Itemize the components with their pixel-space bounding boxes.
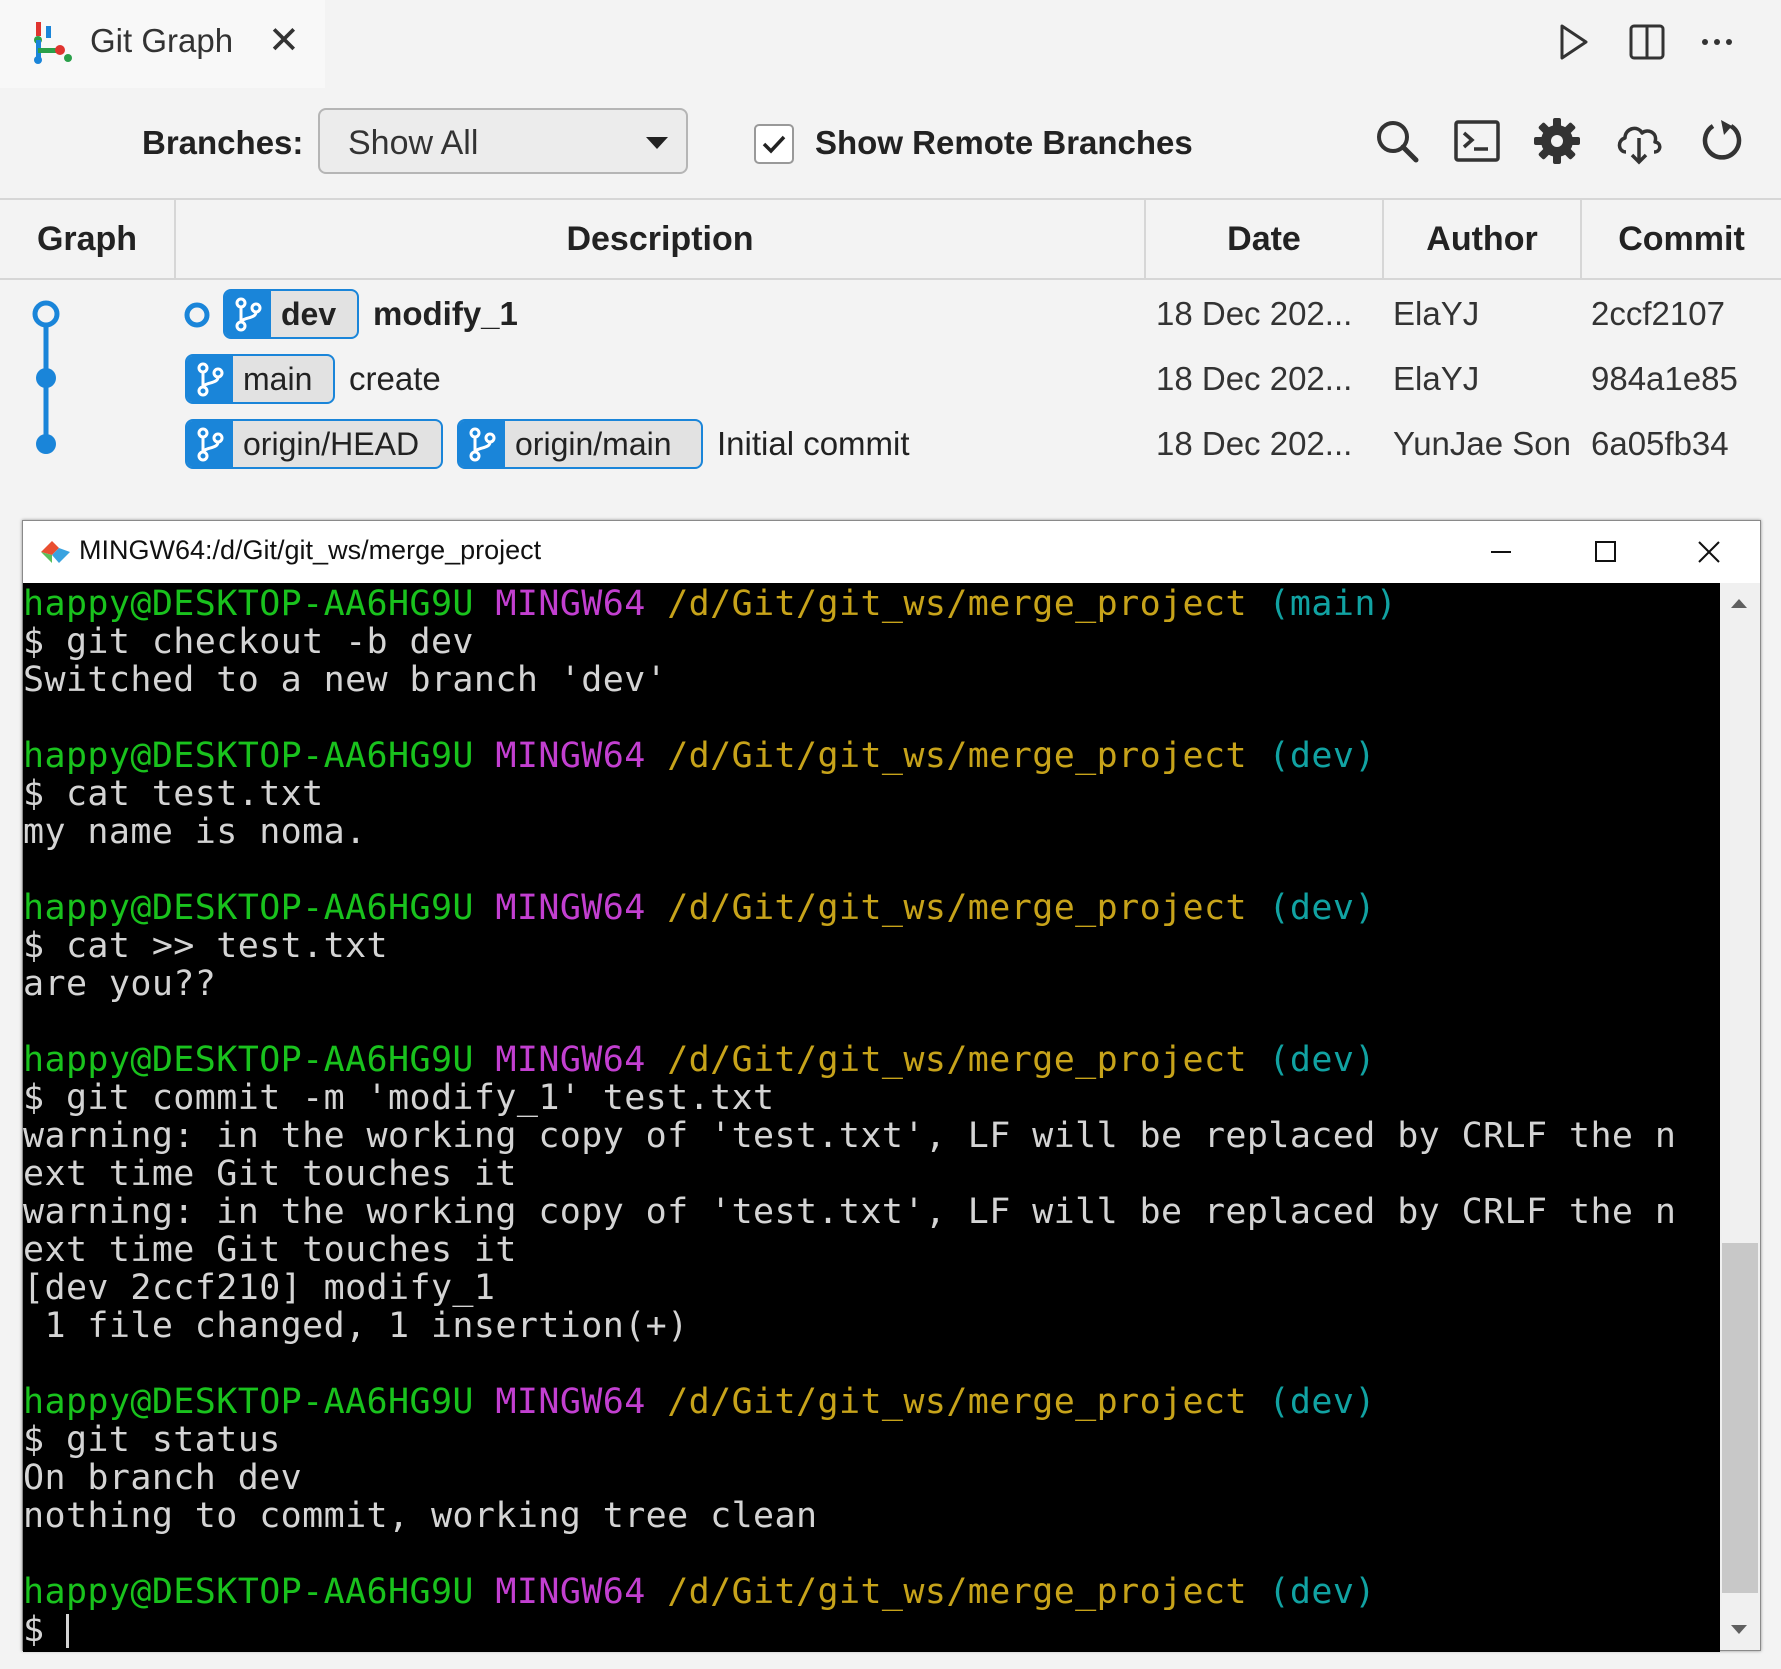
show-remote-branches-checkbox[interactable] bbox=[754, 124, 794, 164]
column-header-author[interactable]: Author bbox=[1384, 200, 1582, 278]
branch-icon bbox=[187, 356, 233, 402]
terminal-scrollbar[interactable] bbox=[1720, 583, 1760, 1650]
tab-bar: Git Graph ✕ bbox=[0, 0, 1781, 88]
prompt-line: happy@DESKTOP-AA6HG9U MINGW64 /d/Git/git… bbox=[23, 888, 1376, 928]
table-row[interactable]: origin/HEAD origin/main Initial commit 1… bbox=[0, 412, 1781, 476]
command-line: $ git checkout -b dev bbox=[23, 622, 474, 662]
branch-icon bbox=[225, 291, 271, 337]
split-editor-icon[interactable] bbox=[1625, 18, 1669, 66]
prompt-line: happy@DESKTOP-AA6HG9U MINGW64 /d/Git/git… bbox=[23, 736, 1376, 776]
commit-date: 18 Dec 202... bbox=[1156, 425, 1353, 462]
commit-hash: 984a1e85 bbox=[1591, 360, 1738, 397]
commit-message: create bbox=[349, 360, 441, 397]
close-icon[interactable]: ✕ bbox=[268, 18, 300, 62]
commit-table-header: Graph Description Date Author Commit bbox=[0, 198, 1781, 280]
branch-label-origin-main[interactable]: origin/main bbox=[457, 419, 703, 469]
column-header-description[interactable]: Description bbox=[176, 200, 1146, 278]
settings-gear-icon[interactable] bbox=[1532, 116, 1582, 166]
terminal-title: MINGW64:/d/Git/git_ws/merge_project bbox=[79, 535, 542, 565]
terminal-titlebar[interactable]: MINGW64:/d/Git/git_ws/merge_project bbox=[23, 521, 1760, 583]
head-indicator-icon bbox=[184, 302, 210, 328]
command-input-line[interactable]: $ bbox=[23, 1611, 1720, 1649]
checkmark-icon bbox=[762, 135, 786, 154]
scroll-down-arrow-icon[interactable] bbox=[1731, 1625, 1747, 1634]
branch-name: origin/HEAD bbox=[243, 426, 420, 462]
branch-icon bbox=[187, 421, 233, 467]
commit-message: Initial commit bbox=[717, 425, 910, 462]
branches-dropdown[interactable]: Show All bbox=[318, 108, 688, 174]
prompt-line: happy@DESKTOP-AA6HG9U MINGW64 /d/Git/git… bbox=[23, 1040, 1376, 1080]
commit-author: ElaYJ bbox=[1393, 360, 1480, 397]
terminal-icon[interactable] bbox=[1452, 116, 1502, 166]
column-header-graph[interactable]: Graph bbox=[0, 200, 176, 278]
branch-label-dev[interactable]: dev bbox=[223, 289, 359, 339]
git-graph-logo-icon bbox=[34, 22, 72, 64]
scroll-up-arrow-icon[interactable] bbox=[1731, 599, 1747, 608]
output-line: ext time Git touches it bbox=[23, 1154, 517, 1194]
output-line: 1 file changed, 1 insertion(+) bbox=[23, 1306, 689, 1346]
command-line: $ git commit -m 'modify_1' test.txt bbox=[23, 1078, 775, 1118]
output-line: nothing to commit, working tree clean bbox=[23, 1496, 818, 1536]
output-line: Switched to a new branch 'dev' bbox=[23, 660, 668, 700]
git-graph-controls: Branches: Show All Show Remote Branches bbox=[0, 88, 1781, 198]
git-bash-logo-icon bbox=[41, 541, 70, 563]
commit-author: ElaYJ bbox=[1393, 295, 1480, 332]
commit-hash: 6a05fb34 bbox=[1591, 425, 1729, 462]
window-close-icon[interactable] bbox=[1657, 521, 1761, 583]
command-line: $ git status bbox=[23, 1420, 281, 1460]
column-header-date[interactable]: Date bbox=[1146, 200, 1384, 278]
table-row[interactable]: dev modify_1 18 Dec 202... ElaYJ 2ccf210… bbox=[0, 282, 1781, 346]
search-icon[interactable] bbox=[1372, 116, 1422, 166]
branch-name: dev bbox=[281, 296, 337, 332]
scrollbar-thumb[interactable] bbox=[1722, 1243, 1758, 1593]
fetch-cloud-download-icon[interactable] bbox=[1614, 116, 1664, 166]
column-header-commit[interactable]: Commit bbox=[1582, 200, 1781, 278]
branch-name: main bbox=[243, 361, 313, 397]
show-remote-branches-label: Show Remote Branches bbox=[815, 124, 1193, 161]
command-line: $ cat >> test.txt bbox=[23, 926, 389, 966]
branch-name: origin/main bbox=[515, 426, 672, 462]
commit-hash: 2ccf2107 bbox=[1591, 295, 1725, 332]
minimize-icon[interactable] bbox=[1449, 521, 1553, 583]
output-line: On branch dev bbox=[23, 1458, 303, 1498]
branches-dropdown-value: Show All bbox=[348, 124, 479, 162]
branches-label: Branches: bbox=[142, 124, 304, 161]
more-actions-icon[interactable] bbox=[1695, 18, 1739, 66]
terminal-window[interactable]: MINGW64:/d/Git/git_ws/merge_project happ… bbox=[22, 520, 1761, 1652]
branch-icon bbox=[459, 421, 505, 467]
prompt-line: happy@DESKTOP-AA6HG9U MINGW64 /d/Git/git… bbox=[23, 1572, 1376, 1612]
table-row[interactable]: main create 18 Dec 202... ElaYJ 984a1e85 bbox=[0, 347, 1781, 411]
prompt-line: happy@DESKTOP-AA6HG9U MINGW64 /d/Git/git… bbox=[23, 1382, 1376, 1422]
chevron-down-icon bbox=[646, 137, 668, 149]
tab-git-graph[interactable]: Git Graph ✕ bbox=[0, 0, 325, 88]
output-line: my name is noma. bbox=[23, 812, 367, 852]
terminal-output[interactable]: happy@DESKTOP-AA6HG9U MINGW64 /d/Git/git… bbox=[23, 583, 1720, 1652]
branch-label-main[interactable]: main bbox=[185, 354, 335, 404]
commit-message: modify_1 bbox=[373, 295, 518, 332]
commit-date: 18 Dec 202... bbox=[1156, 360, 1353, 397]
output-line: warning: in the working copy of 'test.tx… bbox=[23, 1116, 1677, 1156]
maximize-icon[interactable] bbox=[1553, 521, 1657, 583]
output-line: ext time Git touches it bbox=[23, 1230, 517, 1270]
commit-date: 18 Dec 202... bbox=[1156, 295, 1353, 332]
command-line: $ cat test.txt bbox=[23, 774, 324, 814]
branch-label-origin-head[interactable]: origin/HEAD bbox=[185, 419, 443, 469]
refresh-icon[interactable] bbox=[1697, 116, 1747, 166]
text-cursor bbox=[65, 1614, 69, 1648]
output-line: warning: in the working copy of 'test.tx… bbox=[23, 1192, 1677, 1232]
output-line: [dev 2ccf210] modify_1 bbox=[23, 1268, 496, 1308]
prompt-line: happy@DESKTOP-AA6HG9U MINGW64 /d/Git/git… bbox=[23, 584, 1398, 624]
commit-author: YunJae Son bbox=[1393, 425, 1571, 462]
output-line: are you?? bbox=[23, 964, 217, 1004]
run-icon[interactable] bbox=[1550, 18, 1594, 66]
tab-title: Git Graph bbox=[90, 22, 234, 59]
